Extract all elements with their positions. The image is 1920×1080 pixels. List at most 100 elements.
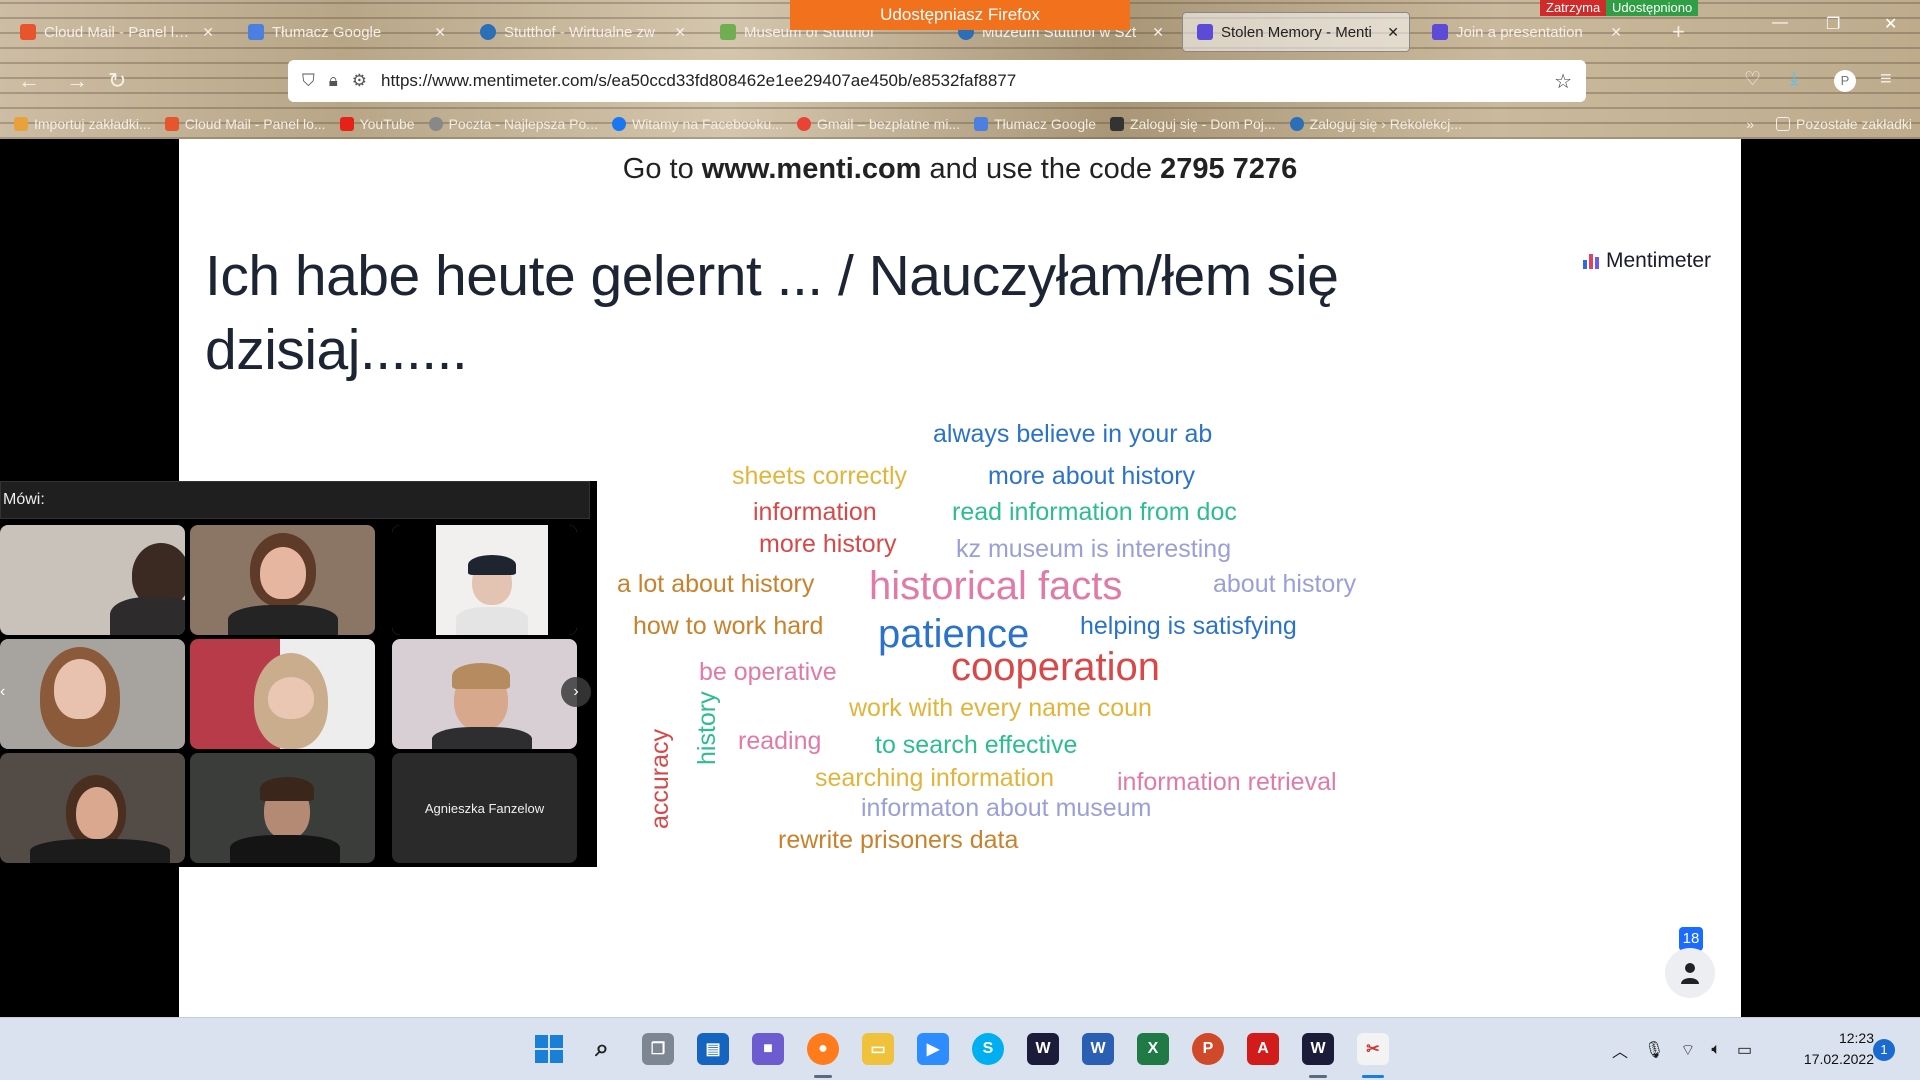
chat-icon[interactable]: ■ [752,1033,784,1065]
webex-icon[interactable]: W [1027,1033,1059,1065]
acrobat-icon[interactable]: A [1247,1033,1279,1065]
tab-label: Cloud Mail - Panel logo [44,23,195,41]
video-tile[interactable] [0,525,185,635]
bookmark-label: YouTube [359,116,415,132]
join-instructions: Go to www.menti.com and use the code 279… [179,153,1741,186]
word-cloud-entry: always believe in your ab [933,420,1213,448]
webex-meetings-icon[interactable]: W [1302,1033,1334,1065]
bookmark-rekolekcje[interactable]: Zaloguj się › Rekolekcj... [1289,116,1463,132]
cloud-icon [164,117,179,131]
battery-icon[interactable]: ▭ [1737,1040,1752,1060]
chevron-up-icon[interactable]: ︿ [1612,1038,1628,1062]
close-tab-icon[interactable]: ✕ [1152,24,1164,41]
word-cloud-entry: read information from doc [952,498,1237,526]
snipping-tool-icon[interactable]: ✂ [1357,1033,1389,1065]
shield-icon[interactable]: ⛉ [302,71,315,91]
close-tab-icon[interactable]: ✕ [202,24,214,41]
bookmark-label: Zaloguj się › Rekolekcj... [1309,116,1463,132]
speaker-icon[interactable]: 🔈︎ [1711,1041,1721,1059]
search-icon[interactable]: ⌕ [586,1033,618,1065]
tab-stolen-memory[interactable]: Stolen Memory - Menti ✕ [1182,12,1410,52]
close-window-icon[interactable]: ✕ [1884,14,1897,34]
widgets-icon[interactable]: ▤ [697,1033,729,1065]
bookmark-youtube[interactable]: YouTube [339,116,415,132]
join-middle: and use the code [921,153,1161,185]
chevron-right-icon[interactable]: » [1746,116,1754,132]
close-tab-icon[interactable]: ✕ [434,24,446,41]
video-tile[interactable] [190,639,375,749]
windows-start-icon[interactable] [533,1033,565,1065]
skype-icon[interactable]: S [972,1033,1004,1065]
word-cloud-entry: reading [738,727,822,755]
file-explorer-icon[interactable]: ▭ [862,1033,894,1065]
clock[interactable]: 12:23 17.02.2022 [1784,1028,1874,1070]
bookmark-facebook[interactable]: Witamy na Facebooku... [611,116,783,132]
firefox-icon[interactable]: ● [807,1033,839,1065]
stop-sharing-button[interactable]: Zatrzyma [1540,0,1607,16]
powerpoint-icon[interactable]: P [1192,1033,1224,1065]
url-text[interactable]: https://www.mentimeter.com/s/ea50ccd33fd… [381,71,1554,91]
close-tab-icon[interactable]: ✕ [1387,24,1399,41]
video-tile[interactable] [392,639,577,749]
video-tile[interactable] [190,753,375,863]
word-cloud-entry: kz museum is interesting [956,535,1232,563]
tab-join-presentation[interactable]: Join a presentation ✕ [1418,12,1632,52]
word-icon[interactable]: W [1082,1033,1114,1065]
bookmark-cloud-mail[interactable]: Cloud Mail - Panel lo... [164,116,326,132]
word-cloud-entry: how to work hard [633,612,824,640]
tab-cloud-mail[interactable]: Cloud Mail - Panel logo ✕ [6,12,224,52]
word-cloud-entry: work with every name coun [849,694,1152,722]
excel-icon[interactable]: X [1137,1033,1169,1065]
bookmark-star-icon[interactable]: ☆ [1554,69,1572,94]
participants-button[interactable] [1665,948,1715,998]
account-avatar-icon[interactable]: P [1834,70,1856,92]
bookmark-dom[interactable]: Zaloguj się - Dom Poj... [1110,116,1276,132]
microphone-icon[interactable]: 🎙︎ [1644,1040,1664,1060]
video-tile[interactable] [0,639,185,749]
bookmarks-overflow[interactable]: » Pozostałe zakładki [1746,116,1912,132]
bookmark-poczta[interactable]: Poczta - Najlepsza Po... [428,116,598,132]
menu-icon[interactable]: ≡ [1880,68,1892,91]
permissions-icon[interactable]: ⚙ [352,71,367,91]
word-cloud-entry: rewrite prisoners data [778,826,1019,854]
bookmark-label: Gmail – bezpłatne mi... [816,116,961,132]
address-bar[interactable]: ⛉ 🔒︎ ⚙ https://www.mentimeter.com/s/ea50… [288,60,1586,102]
running-indicator [1309,1075,1327,1078]
maximize-icon[interactable]: ❐ [1826,14,1840,34]
windows-taskbar: ⌕ ❐ ▤ ■ ● ▭ ▶ S W W X P A W ✂ ︿ 🎙︎ ⌔ 🔈︎ … [0,1017,1920,1080]
close-tab-icon[interactable]: ✕ [1610,24,1622,41]
clock-date: 17.02.2022 [1803,1051,1874,1067]
word-cloud-entry: more about history [988,462,1196,490]
bookmark-import[interactable]: Importuj zakładki... [14,116,151,132]
tab-stutthof-virtual[interactable]: Stutthof - Wirtualne zw ✕ [466,12,696,52]
wifi-icon[interactable]: ⌔ [1680,1040,1695,1060]
task-view-icon[interactable]: ❐ [642,1033,674,1065]
youtube-icon [339,117,354,131]
video-tile[interactable] [392,525,577,635]
downloads-icon[interactable]: ⤓ [1790,68,1798,90]
bookmark-translate[interactable]: Tłumacz Google [974,116,1096,132]
video-tile[interactable] [190,525,375,635]
reload-icon[interactable]: ↻ [108,68,126,94]
back-arrow-icon[interactable]: ← [18,68,40,94]
pocket-icon[interactable]: ♡ [1744,68,1761,91]
notification-badge[interactable]: 1 [1873,1039,1895,1061]
minimize-icon[interactable]: — [1772,14,1788,32]
video-tile[interactable] [0,753,185,863]
mentimeter-logo: Mentimeter [1583,249,1711,273]
word-cloud-entry: to search effective [875,731,1078,759]
new-tab-button[interactable]: + [1658,12,1694,52]
bookmark-gmail[interactable]: Gmail – bezpłatne mi... [796,116,961,132]
video-tile-name-only[interactable]: Agnieszka Fanzelow [392,753,577,863]
word-cloud-entry: about history [1213,570,1357,598]
translate-icon [974,117,989,131]
zoom-icon[interactable]: ▶ [917,1033,949,1065]
chevron-left-icon[interactable]: ‹ [0,677,14,707]
forward-arrow-icon[interactable]: → [66,68,88,94]
tab-translate[interactable]: Tłumacz Google ✕ [234,12,456,52]
close-tab-icon[interactable]: ✕ [674,24,686,41]
mentimeter-icon [1432,24,1448,40]
active-speaker-bar: Mówi: [0,481,590,519]
lock-icon[interactable]: 🔒︎ [329,71,338,91]
chevron-right-icon[interactable]: › [561,677,591,707]
